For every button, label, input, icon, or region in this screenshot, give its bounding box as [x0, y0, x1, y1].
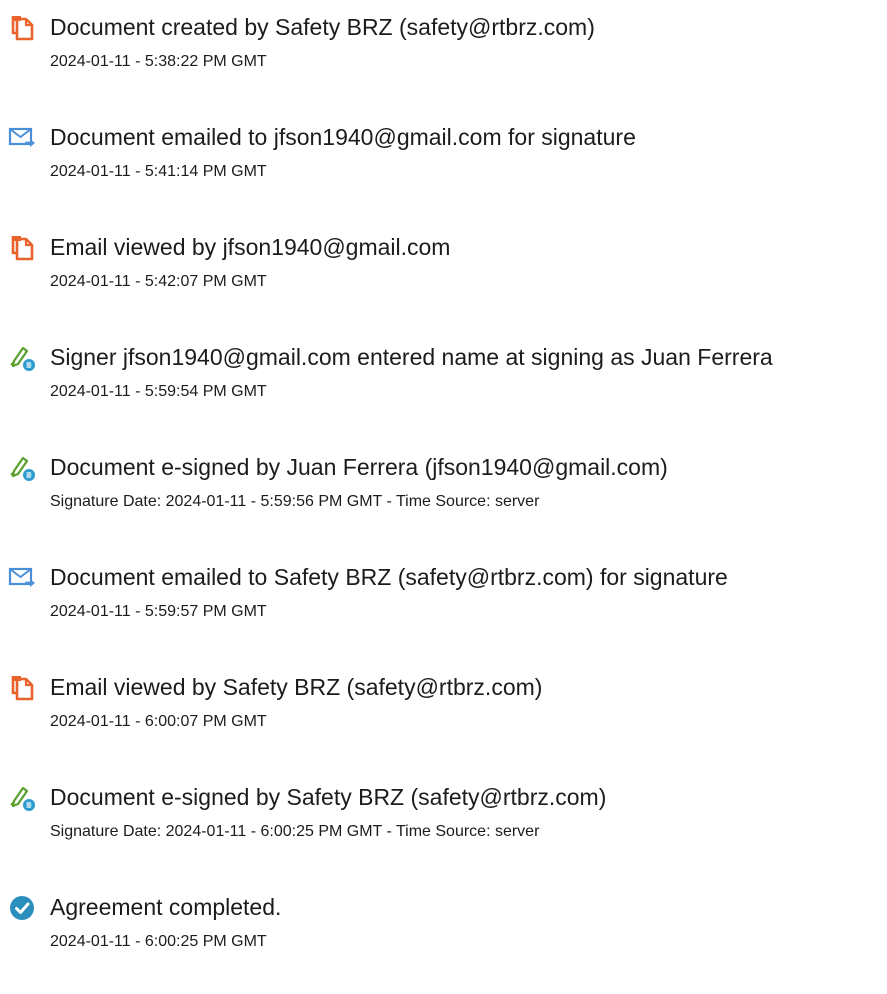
- history-event: Email viewed by jfson1940@gmail.com 2024…: [0, 224, 887, 304]
- event-date: 2024-01-11 - 5:41:14 PM GMT: [50, 163, 267, 180]
- event-title: Document emailed to jfson1940@gmail.com …: [50, 124, 636, 150]
- event-title: Document emailed to Safety BRZ (safety@r…: [50, 564, 728, 590]
- check-circle-icon: [8, 893, 38, 923]
- history-event: Document emailed to Safety BRZ (safety@r…: [0, 554, 887, 634]
- history-event: Document e-signed by Juan Ferrera (jfson…: [0, 444, 887, 524]
- history-event: Agreement completed. 2024-01-11 - 6:00:2…: [0, 884, 887, 964]
- document-viewed-icon: [8, 233, 38, 263]
- event-date: 2024-01-11 - 5:59:57 PM GMT: [50, 603, 267, 620]
- event-title: Agreement completed.: [50, 894, 282, 920]
- event-title: Email viewed by Safety BRZ (safety@rtbrz…: [50, 674, 543, 700]
- event-title: Email viewed by jfson1940@gmail.com: [50, 234, 451, 260]
- email-sent-icon: [8, 563, 38, 593]
- history-event: Document emailed to jfson1940@gmail.com …: [0, 114, 887, 194]
- event-title: Document e-signed by Safety BRZ (safety@…: [50, 784, 607, 810]
- history-event: Document created by Safety BRZ (safety@r…: [0, 4, 887, 84]
- event-date: 2024-01-11 - 5:59:54 PM GMT: [50, 383, 267, 400]
- signature-pen-icon: [8, 783, 38, 813]
- history-event: Signer jfson1940@gmail.com entered name …: [0, 334, 887, 414]
- document-viewed-icon: [8, 673, 38, 703]
- history-event: Document e-signed by Safety BRZ (safety@…: [0, 774, 887, 854]
- signature-pen-icon: [8, 343, 38, 373]
- document-created-icon: [8, 13, 38, 43]
- event-date: 2024-01-11 - 6:00:25 PM GMT: [50, 933, 267, 950]
- event-title: Signer jfson1940@gmail.com entered name …: [50, 344, 773, 370]
- event-date: Signature Date: 2024-01-11 - 5:59:56 PM …: [50, 493, 540, 510]
- event-title: Document e-signed by Juan Ferrera (jfson…: [50, 454, 668, 480]
- event-date: 2024-01-11 - 5:42:07 PM GMT: [50, 273, 267, 290]
- event-date: Signature Date: 2024-01-11 - 6:00:25 PM …: [50, 823, 540, 840]
- event-title: Document created by Safety BRZ (safety@r…: [50, 14, 595, 40]
- email-sent-icon: [8, 123, 38, 153]
- signature-pen-icon: [8, 453, 38, 483]
- history-event: Email viewed by Safety BRZ (safety@rtbrz…: [0, 664, 887, 744]
- event-date: 2024-01-11 - 5:38:22 PM GMT: [50, 53, 267, 70]
- event-date: 2024-01-11 - 6:00:07 PM GMT: [50, 713, 267, 730]
